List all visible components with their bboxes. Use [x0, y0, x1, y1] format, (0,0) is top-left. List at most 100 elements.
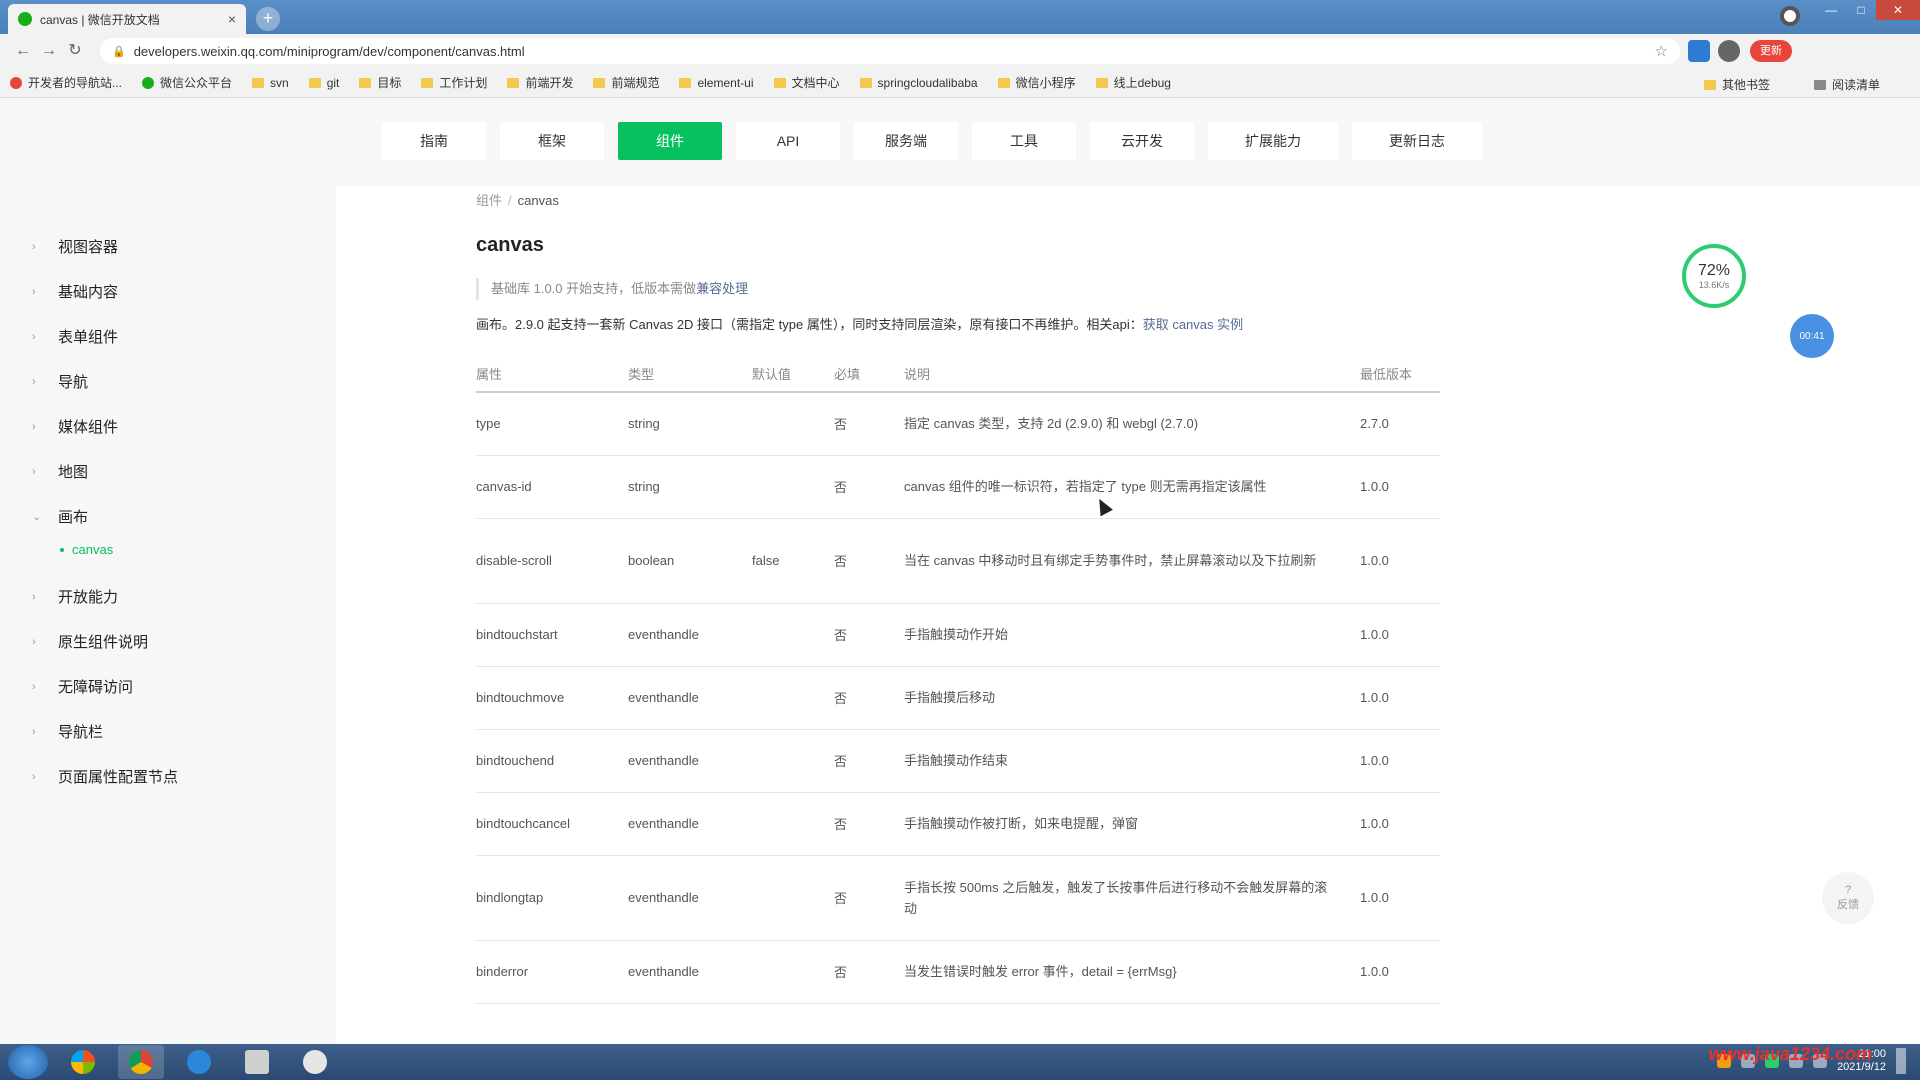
cell-version: 1.0.0 — [1360, 455, 1440, 519]
nav-components[interactable]: 组件 — [618, 122, 722, 160]
compat-link[interactable]: 兼容处理 — [696, 281, 748, 296]
extension-icon[interactable] — [1688, 40, 1710, 62]
cell-version: 2.7.0 — [1360, 392, 1440, 456]
nav-tools[interactable]: 工具 — [972, 122, 1076, 160]
browser-menu-icon[interactable] — [1780, 6, 1800, 26]
sidebar-item-native-components[interactable]: › 原生组件说明 — [32, 631, 148, 652]
window-close-icon[interactable]: ✕ — [1876, 0, 1920, 20]
nav-api[interactable]: API — [736, 122, 840, 160]
sidebar-item-navigation-bar[interactable]: › 导航栏 — [32, 721, 103, 742]
bookmark-folder[interactable]: 前端规范 — [593, 74, 659, 91]
chevron-right-icon: › — [32, 680, 36, 693]
back-icon[interactable]: ← — [10, 38, 36, 64]
cell-desc: 指定 canvas 类型，支持 2d (2.9.0) 和 webgl (2.7.… — [904, 392, 1360, 456]
other-bookmarks[interactable]: 其他书签 — [1703, 76, 1770, 93]
header-type: 类型 — [628, 356, 752, 393]
chevron-right-icon: › — [32, 375, 36, 388]
sidebar-item-page-meta[interactable]: › 页面属性配置节点 — [32, 766, 178, 787]
bookmark-item[interactable]: 微信公众平台 — [142, 74, 232, 91]
taskbar-app-browser[interactable] — [176, 1045, 222, 1079]
header-min-version: 最低版本 — [1360, 356, 1440, 393]
bookmark-folder[interactable]: 线上debug — [1095, 74, 1171, 91]
cell-prop: type — [476, 392, 628, 456]
intro-text: 画布。2.9.0 起支持一套新 Canvas 2D 接口（需指定 type 属性… — [476, 314, 1243, 333]
cell-type: eventhandle — [628, 855, 752, 941]
reload-icon[interactable]: ↻ — [62, 38, 88, 64]
sidebar-item-navigation[interactable]: › 导航 — [32, 371, 88, 392]
bookmark-folder[interactable]: 前端开发 — [507, 74, 573, 91]
sidebar-item-form[interactable]: › 表单组件 — [32, 326, 118, 347]
reading-list[interactable]: 阅读清单 — [1813, 76, 1880, 93]
account-icon[interactable] — [1718, 40, 1740, 62]
nav-server[interactable]: 服务端 — [854, 122, 958, 160]
taskbar-app-explorer[interactable] — [60, 1045, 106, 1079]
cell-desc: 当在 canvas 中移动时且有绑定手势事件时，禁止屏幕滚动以及下拉刷新 — [904, 518, 1360, 604]
bookmark-folder[interactable]: element-ui — [679, 76, 754, 90]
cell-type: eventhandle — [628, 603, 752, 667]
sidebar-item-canvas-group[interactable]: ⌄ 画布 — [32, 506, 88, 527]
show-desktop-button[interactable] — [1896, 1048, 1906, 1074]
bookmark-star-icon[interactable]: ☆ — [1655, 42, 1668, 60]
active-bullet — [60, 547, 64, 552]
folder-icon — [421, 77, 434, 88]
cell-required: 否 — [834, 455, 904, 519]
forward-icon[interactable]: → — [36, 38, 62, 64]
cell-desc: 手指触摸动作开始 — [904, 603, 1360, 667]
bookmark-folder[interactable]: git — [308, 76, 339, 90]
sidebar-subitem-canvas[interactable]: canvas — [60, 542, 113, 557]
sidebar-item-map[interactable]: › 地图 — [32, 461, 88, 482]
cell-default — [752, 792, 834, 856]
sidebar-item-open-ability[interactable]: › 开放能力 — [32, 586, 118, 607]
address-bar[interactable]: 🔒 developers.weixin.qq.com/miniprogram/d… — [100, 38, 1680, 64]
cell-prop: bindtouchcancel — [476, 792, 628, 856]
nav-cloud[interactable]: 云开发 — [1090, 122, 1194, 160]
bookmark-item[interactable]: 开发者的导航站... — [10, 74, 122, 91]
canvas-instance-link[interactable]: 获取 canvas 实例 — [1143, 317, 1243, 332]
nav-framework[interactable]: 框架 — [500, 122, 604, 160]
sidebar-item-view-container[interactable]: › 视图容器 — [32, 236, 118, 257]
taskbar-app-chat[interactable] — [292, 1045, 338, 1079]
url-text: developers.weixin.qq.com/miniprogram/dev… — [133, 43, 525, 59]
breadcrumb-parent[interactable]: 组件 — [476, 193, 502, 208]
nav-changelog[interactable]: 更新日志 — [1352, 122, 1482, 160]
sidebar-item-media[interactable]: › 媒体组件 — [32, 416, 118, 437]
cell-type: boolean — [628, 518, 752, 604]
bookmarks-bar: 开发者的导航站... 微信公众平台 svn git 目标 工作计划 前端开发 前… — [0, 68, 1920, 98]
cell-version: 1.0.0 — [1360, 518, 1440, 604]
header-description: 说明 — [904, 356, 1360, 393]
cell-version: 1.0.0 — [1360, 603, 1440, 667]
cell-desc: 手指触摸动作被打断，如来电提醒，弹窗 — [904, 792, 1360, 856]
sidebar-item-accessibility[interactable]: › 无障碍访问 — [32, 676, 133, 697]
tab-close-icon[interactable]: × — [228, 11, 236, 27]
folder-icon — [308, 77, 321, 88]
nav-guide[interactable]: 指南 — [382, 122, 486, 160]
bookmark-folder[interactable]: svn — [252, 76, 289, 90]
sidebar-item-basic-content[interactable]: › 基础内容 — [32, 281, 118, 302]
bookmark-folder[interactable]: 微信小程序 — [997, 74, 1076, 91]
minimize-icon[interactable]: — — [1816, 0, 1846, 20]
bookmark-folder[interactable]: springcloudalibaba — [859, 76, 978, 90]
cell-desc: canvas 组件的唯一标识符，若指定了 type 则无需再指定该属性 — [904, 455, 1360, 519]
tip-text: 基础库 1.0.0 开始支持，低版本需做 — [491, 281, 697, 296]
table-row: bindtouchstart eventhandle 否 手指触摸动作开始 1.… — [476, 603, 1440, 667]
floating-timer-button[interactable]: 00:41 — [1790, 314, 1834, 358]
cell-required: 否 — [834, 666, 904, 730]
start-button-icon[interactable] — [8, 1045, 48, 1079]
browser-tab[interactable]: canvas | 微信开放文档 × — [8, 4, 246, 34]
taskbar-app-files[interactable] — [234, 1045, 280, 1079]
nav-extended[interactable]: 扩展能力 — [1208, 122, 1338, 160]
taskbar-app-chrome[interactable] — [118, 1045, 164, 1079]
network-speed-widget[interactable]: 72% 13.6K/s — [1682, 244, 1746, 308]
bookmark-folder[interactable]: 工作计划 — [421, 74, 487, 91]
cell-required: 否 — [834, 940, 904, 1004]
new-tab-button[interactable]: + — [256, 7, 280, 31]
bookmark-folder[interactable]: 文档中心 — [773, 74, 840, 91]
chevron-down-icon: ⌄ — [32, 511, 42, 523]
update-button[interactable]: 更新 — [1750, 40, 1792, 62]
bookmark-folder[interactable]: 目标 — [359, 74, 401, 91]
maximize-icon[interactable]: □ — [1846, 0, 1876, 20]
help-icon: ? — [1844, 884, 1852, 896]
cell-version: 1.0.0 — [1360, 940, 1440, 1004]
feedback-button[interactable]: ? 反馈 — [1822, 872, 1874, 924]
folder-icon — [507, 77, 520, 88]
